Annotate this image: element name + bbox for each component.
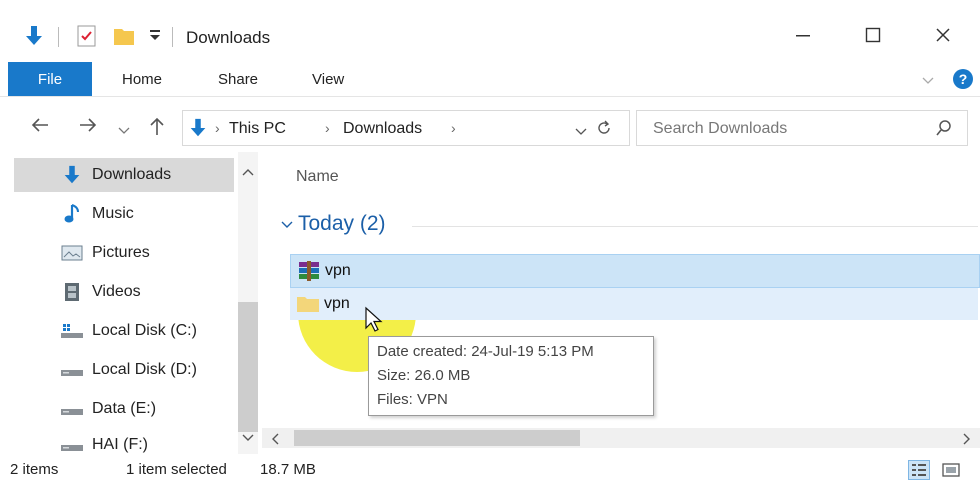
breadcrumb-separator[interactable]: › — [451, 120, 456, 136]
tab-share[interactable]: Share — [218, 71, 258, 88]
window-title: Downloads — [186, 28, 271, 47]
help-icon[interactable]: ? — [952, 68, 974, 95]
tooltip-size: Size: 26.0 MB — [377, 367, 471, 384]
tooltip-files: Files: VPN — [377, 391, 448, 408]
nav-item-label: Music — [92, 205, 134, 222]
group-header-today[interactable]: Today (2) — [298, 212, 386, 236]
drive-icon — [58, 434, 86, 454]
nav-item-pictures[interactable]: Pictures — [14, 236, 234, 270]
scroll-right-icon[interactable] — [962, 432, 972, 450]
nav-item-local-disk-c[interactable]: Local Disk (C:) — [14, 314, 234, 348]
large-icons-view-icon[interactable] — [940, 460, 962, 485]
music-note-icon — [58, 203, 86, 225]
nav-item-label: Pictures — [92, 244, 150, 261]
chevron-down-icon[interactable] — [922, 73, 934, 91]
breadcrumb-separator[interactable]: › — [325, 120, 330, 136]
tooltip-date-created: Date created: 24-Jul-19 5:13 PM — [377, 343, 594, 360]
back-arrow-icon[interactable] — [30, 116, 50, 139]
search-box[interactable] — [636, 110, 968, 146]
file-name: vpn — [324, 295, 350, 312]
winrar-archive-icon — [297, 260, 323, 282]
status-bar: 2 items 1 item selected 18.7 MB — [0, 454, 980, 486]
address-row: › This PC › Downloads › — [0, 104, 980, 150]
maximize-button[interactable] — [850, 18, 896, 52]
tab-view[interactable]: View — [312, 71, 344, 88]
scroll-left-icon[interactable] — [270, 432, 280, 450]
forward-arrow-icon[interactable] — [78, 116, 98, 139]
videos-icon — [58, 281, 86, 303]
horizontal-scrollbar-thumb[interactable] — [294, 430, 580, 446]
search-icon[interactable] — [935, 119, 953, 142]
close-button[interactable] — [920, 18, 966, 52]
group-divider — [412, 226, 978, 227]
status-size: 18.7 MB — [260, 461, 316, 478]
divider — [58, 27, 60, 52]
svg-text:?: ? — [959, 71, 968, 87]
breadcrumb-separator[interactable]: › — [215, 120, 220, 136]
nav-item-music[interactable]: Music — [14, 197, 234, 231]
address-history-chevron-icon[interactable] — [575, 124, 587, 142]
navigation-pane: Downloads Music Pictures Videos Local Di… — [0, 152, 262, 454]
breadcrumb-downloads[interactable]: Downloads — [343, 120, 422, 138]
nav-item-videos[interactable]: Videos — [14, 275, 234, 309]
download-arrow-icon — [58, 164, 86, 186]
group-collapse-chevron-icon[interactable] — [280, 218, 294, 236]
scroll-down-icon[interactable] — [242, 430, 254, 448]
column-header-name[interactable]: Name — [296, 168, 339, 186]
folder-icon — [296, 294, 322, 314]
minimize-button[interactable] — [780, 18, 826, 52]
tab-file[interactable]: File — [8, 62, 92, 96]
nav-scrollbar-thumb[interactable] — [238, 302, 258, 432]
file-row-vpn-archive[interactable]: vpn — [290, 254, 980, 288]
nav-item-local-disk-d[interactable]: Local Disk (D:) — [14, 353, 234, 387]
download-arrow-icon — [187, 117, 209, 144]
status-selection: 1 item selected — [126, 461, 227, 478]
nav-item-label: Local Disk (C:) — [92, 322, 197, 339]
up-arrow-icon[interactable] — [148, 116, 166, 141]
address-bar[interactable]: › This PC › Downloads › — [182, 110, 630, 146]
file-row-vpn-folder[interactable]: vpn — [290, 288, 978, 320]
title-bar: Downloads — [0, 0, 980, 62]
nav-item-data-e[interactable]: Data (E:) — [14, 392, 234, 426]
file-info-tooltip: Date created: 24-Jul-19 5:13 PM Size: 26… — [368, 336, 654, 416]
download-arrow-icon[interactable] — [22, 24, 46, 53]
nav-item-label: HAI (F:) — [92, 436, 148, 453]
pictures-icon — [58, 242, 86, 264]
customize-toolbar-icon[interactable] — [148, 28, 162, 47]
scroll-up-icon[interactable] — [242, 164, 254, 182]
windows-drive-icon — [58, 320, 86, 342]
mouse-pointer-icon — [364, 306, 384, 339]
refresh-icon[interactable] — [595, 119, 613, 142]
ribbon-tabs: File Home Share View ? — [0, 62, 980, 97]
nav-item-downloads[interactable]: Downloads — [14, 158, 234, 192]
drive-icon — [58, 359, 86, 381]
nav-item-label: Local Disk (D:) — [92, 361, 197, 378]
details-view-icon[interactable] — [908, 460, 930, 485]
nav-item-label: Videos — [92, 283, 141, 300]
tab-home[interactable]: Home — [122, 71, 162, 88]
nav-item-hai-f[interactable]: HAI (F:) — [14, 428, 234, 454]
status-item-count: 2 items — [10, 461, 59, 478]
nav-item-label: Downloads — [92, 166, 172, 183]
divider — [172, 27, 174, 52]
file-name: vpn — [325, 262, 351, 279]
drive-icon — [58, 398, 86, 420]
breadcrumb-this-pc[interactable]: This PC — [229, 120, 286, 138]
search-input[interactable] — [651, 117, 915, 141]
recent-locations-chevron-icon[interactable] — [118, 120, 130, 141]
nav-item-label: Data (E:) — [92, 400, 157, 417]
properties-icon[interactable] — [76, 24, 98, 53]
new-folder-icon[interactable] — [112, 24, 136, 53]
